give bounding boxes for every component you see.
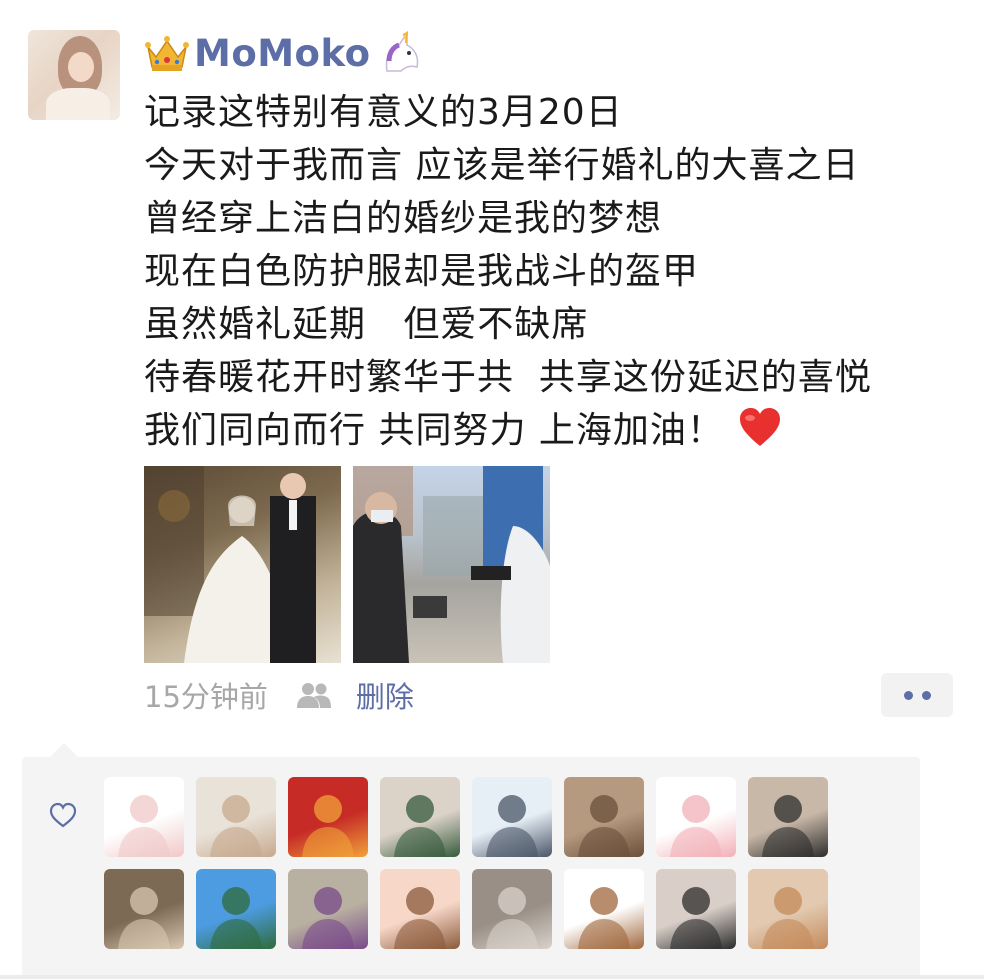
photo-wedding[interactable] xyxy=(144,466,341,663)
likes-panel xyxy=(22,743,920,979)
liker-avatar[interactable] xyxy=(380,777,460,857)
more-dot-icon xyxy=(921,690,931,700)
liker-avatar[interactable] xyxy=(472,777,552,857)
liker-avatar[interactable] xyxy=(196,869,276,949)
username-row: MoMoko xyxy=(144,30,423,76)
liker-avatar-art xyxy=(578,887,630,949)
liker-avatar[interactable] xyxy=(656,777,736,857)
post-line-1: 记录这特别有意义的3月20日 xyxy=(144,92,623,133)
liker-avatar-art xyxy=(118,795,170,857)
heart-outline-icon xyxy=(49,802,77,828)
liker-avatar[interactable] xyxy=(564,869,644,949)
group-icon[interactable] xyxy=(296,681,332,709)
post-line-7-text: 我们同向而行 共同努力 上海加油！ xyxy=(144,410,724,451)
delete-link[interactable]: 删除 xyxy=(356,674,414,716)
liker-avatar[interactable] xyxy=(380,869,460,949)
liker-avatar[interactable] xyxy=(472,869,552,949)
liker-avatar[interactable] xyxy=(748,869,828,949)
post-line-3: 曾经穿上洁白的婚纱是我的梦想 xyxy=(144,198,663,239)
wedding-photo-illustration xyxy=(144,466,316,663)
photo-volunteer[interactable] xyxy=(353,466,550,663)
liker-avatar-art xyxy=(762,795,814,857)
red-heart-emoji-icon xyxy=(739,408,780,446)
liker-avatar-art xyxy=(670,887,722,949)
avatar[interactable] xyxy=(28,30,120,120)
post-line-4: 现在白色防护服却是我战斗的盔甲 xyxy=(144,251,700,292)
avatar-body xyxy=(46,88,110,120)
liker-avatar-art xyxy=(302,795,354,857)
more-actions-button[interactable] xyxy=(881,673,953,717)
post-timestamp: 15分钟前 xyxy=(144,680,268,714)
liker-avatar-art xyxy=(486,795,538,857)
liker-avatar[interactable] xyxy=(288,777,368,857)
post-line-6: 待春暖花开时繁华于共 共享这份延迟的喜悦 xyxy=(144,357,872,398)
liker-avatar[interactable] xyxy=(564,777,644,857)
unicorn-emoji-icon xyxy=(385,31,418,72)
volunteer-photo-illustration xyxy=(353,466,550,663)
liker-avatar[interactable] xyxy=(656,869,736,949)
liker-avatar-art xyxy=(486,887,538,949)
liker-avatar-art xyxy=(762,887,814,949)
liker-avatar[interactable] xyxy=(196,777,276,857)
liker-avatar[interactable] xyxy=(288,869,368,949)
liker-avatar-art xyxy=(394,795,446,857)
likes-panel-arrow xyxy=(50,743,78,757)
liker-avatar-art xyxy=(210,887,262,949)
liker-avatar[interactable] xyxy=(104,869,184,949)
username[interactable]: MoMoko xyxy=(194,32,371,75)
divider xyxy=(0,975,984,979)
crown-emoji-icon xyxy=(145,36,189,71)
liker-avatar-art xyxy=(302,887,354,949)
more-dot-icon xyxy=(903,690,913,700)
liker-avatar-art xyxy=(670,795,722,857)
liker-avatar-art xyxy=(578,795,630,857)
liker-avatar-art xyxy=(118,887,170,949)
post-line-2: 今天对于我而言 应该是举行婚礼的大喜之日 xyxy=(144,145,860,186)
post-line-7: 我们同向而行 共同努力 上海加油！ xyxy=(144,404,964,457)
post-text: 记录这特别有意义的3月20日 今天对于我而言 应该是举行婚礼的大喜之日 曾经穿上… xyxy=(144,86,964,457)
post-line-5: 虽然婚礼延期 但爱不缺席 xyxy=(144,304,589,345)
liker-avatar-art xyxy=(210,795,262,857)
avatar-face xyxy=(68,52,94,82)
liker-avatar[interactable] xyxy=(748,777,828,857)
post-meta-row: 15分钟前 删除 xyxy=(144,675,414,715)
liker-avatar-art xyxy=(394,887,446,949)
liker-avatar[interactable] xyxy=(104,777,184,857)
